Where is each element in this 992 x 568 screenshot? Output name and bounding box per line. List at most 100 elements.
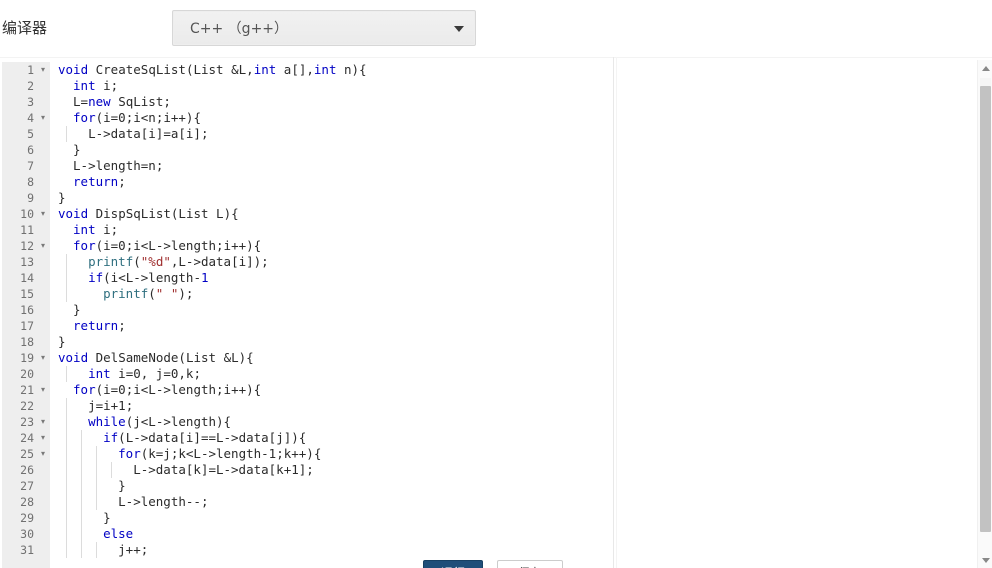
line-number: 11: [20, 223, 34, 237]
indent-guide: [65, 398, 67, 414]
gutter-row[interactable]: 29: [2, 510, 50, 526]
fold-toggle-icon[interactable]: ▾: [38, 238, 48, 254]
run-button[interactable]: 运行: [423, 560, 483, 568]
line-number: 29: [20, 511, 34, 525]
gutter-row[interactable]: 15: [2, 286, 50, 302]
code-line[interactable]: return;: [50, 318, 992, 334]
indent-guide: [80, 494, 82, 510]
code-line[interactable]: void CreateSqList(List &L,int a[],int n)…: [50, 62, 992, 78]
gutter-row[interactable]: 5: [2, 126, 50, 142]
indent-guide: [65, 430, 67, 446]
fold-toggle-icon[interactable]: ▾: [38, 350, 48, 366]
scroll-up-button[interactable]: [978, 60, 992, 76]
indent-guide: [65, 526, 67, 542]
code-line[interactable]: j=i+1;: [50, 398, 992, 414]
gutter-row[interactable]: 4 ▾: [2, 110, 50, 126]
gutter-row[interactable]: 21 ▾: [2, 382, 50, 398]
gutter-row[interactable]: 22: [2, 398, 50, 414]
scrollbar-thumb[interactable]: [980, 86, 991, 532]
scroll-down-button[interactable]: [978, 552, 992, 568]
gutter-row[interactable]: 20: [2, 366, 50, 382]
vertical-scrollbar[interactable]: [977, 60, 992, 568]
code-line[interactable]: void DelSameNode(List &L){: [50, 350, 992, 366]
code-line[interactable]: L->length=n;: [50, 158, 992, 174]
fold-toggle-icon[interactable]: ▾: [38, 206, 48, 222]
code-line[interactable]: int i;: [50, 222, 992, 238]
gutter-row[interactable]: 13: [2, 254, 50, 270]
code-line[interactable]: else: [50, 526, 992, 542]
code-line[interactable]: L=new SqList;: [50, 94, 992, 110]
chevron-down-icon[interactable]: [454, 26, 464, 32]
code-line[interactable]: for(i=0;i<n;i++){: [50, 110, 992, 126]
code-text: if(L->data[i]==L->data[j]){: [103, 430, 306, 446]
line-number: 1: [27, 63, 34, 77]
code-line[interactable]: L->data[i]=a[i];: [50, 126, 992, 142]
code-text: for(i=0;i<n;i++){: [73, 110, 201, 126]
gutter-row[interactable]: 6: [2, 142, 50, 158]
gutter-row[interactable]: 28: [2, 494, 50, 510]
gutter-row[interactable]: 25 ▾: [2, 446, 50, 462]
code-text: printf(" ");: [103, 286, 193, 302]
code-line[interactable]: L->data[k]=L->data[k+1];: [50, 462, 992, 478]
code-line[interactable]: for(k=j;k<L->length-1;k++){: [50, 446, 992, 462]
gutter-row[interactable]: 3: [2, 94, 50, 110]
editor-top-divider: [0, 57, 992, 58]
code-line[interactable]: for(i=0;i<L->length;i++){: [50, 238, 992, 254]
compiler-select[interactable]: C++ （g++）: [172, 10, 476, 46]
code-token-kw: 1: [200, 270, 209, 285]
code-line[interactable]: for(i=0;i<L->length;i++){: [50, 382, 992, 398]
gutter-row[interactable]: 11: [2, 222, 50, 238]
code-line[interactable]: int i;: [50, 78, 992, 94]
fold-toggle-icon[interactable]: ▾: [38, 414, 48, 430]
code-line[interactable]: j++;: [50, 542, 992, 558]
gutter-row[interactable]: 10 ▾: [2, 206, 50, 222]
gutter-row[interactable]: 26: [2, 462, 50, 478]
fold-toggle-icon[interactable]: ▾: [38, 430, 48, 446]
indent-guide: [80, 526, 82, 542]
code-token-pl: j=i+1;: [88, 398, 134, 413]
gutter-row[interactable]: 14: [2, 270, 50, 286]
gutter-row[interactable]: 7: [2, 158, 50, 174]
code-line[interactable]: }: [50, 190, 992, 206]
gutter-row[interactable]: 9: [2, 190, 50, 206]
gutter-row[interactable]: 24 ▾: [2, 430, 50, 446]
code-line[interactable]: if(i<L->length-1: [50, 270, 992, 286]
code-line[interactable]: }: [50, 478, 992, 494]
gutter-row[interactable]: 18: [2, 334, 50, 350]
code-text: L->length=n;: [73, 158, 163, 174]
code-line[interactable]: while(j<L->length){: [50, 414, 992, 430]
fold-toggle-icon[interactable]: ▾: [38, 446, 48, 462]
gutter-row[interactable]: 12 ▾: [2, 238, 50, 254]
code-token-kw: void: [58, 206, 89, 221]
gutter-row[interactable]: 23 ▾: [2, 414, 50, 430]
gutter-row[interactable]: 1 ▾: [2, 62, 50, 78]
code-line[interactable]: printf("%d",L->data[i]);: [50, 254, 992, 270]
code-line[interactable]: }: [50, 302, 992, 318]
code-line[interactable]: L->length--;: [50, 494, 992, 510]
gutter-row[interactable]: 30: [2, 526, 50, 542]
gutter-row[interactable]: 19 ▾: [2, 350, 50, 366]
save-button[interactable]: 保存: [497, 560, 563, 568]
code-line[interactable]: return;: [50, 174, 992, 190]
fold-toggle-icon[interactable]: ▾: [38, 62, 48, 78]
code-content[interactable]: void CreateSqList(List &L,int a[],int n)…: [50, 62, 992, 568]
code-line[interactable]: }: [50, 334, 992, 350]
gutter-row[interactable]: 31: [2, 542, 50, 558]
line-number: 22: [20, 399, 34, 413]
fold-toggle-icon[interactable]: ▾: [38, 110, 48, 126]
code-line[interactable]: void DispSqList(List L){: [50, 206, 992, 222]
code-line[interactable]: printf(" ");: [50, 286, 992, 302]
fold-toggle-icon[interactable]: ▾: [38, 382, 48, 398]
gutter-row[interactable]: 8: [2, 174, 50, 190]
gutter-row[interactable]: 16: [2, 302, 50, 318]
code-line[interactable]: int i=0, j=0,k;: [50, 366, 992, 382]
gutter-row[interactable]: 17: [2, 318, 50, 334]
gutter-row[interactable]: 2: [2, 78, 50, 94]
indent-guide: [65, 414, 67, 430]
code-line[interactable]: }: [50, 510, 992, 526]
code-editor[interactable]: 1 ▾ 2 3 4 ▾ 5 6 7 8 9 10 ▾ 11 12 ▾ 13 14 15 16 17 18 19 ▾ 20 21 ▾ 2…: [0, 57, 992, 568]
code-line[interactable]: if(L->data[i]==L->data[j]){: [50, 430, 992, 446]
line-number-gutter[interactable]: 1 ▾ 2 3 4 ▾ 5 6 7 8 9 10 ▾ 11 12 ▾ 13 14 15 16 17 18 19 ▾ 20 21 ▾ 2…: [2, 62, 50, 568]
code-line[interactable]: }: [50, 142, 992, 158]
gutter-row[interactable]: 27: [2, 478, 50, 494]
